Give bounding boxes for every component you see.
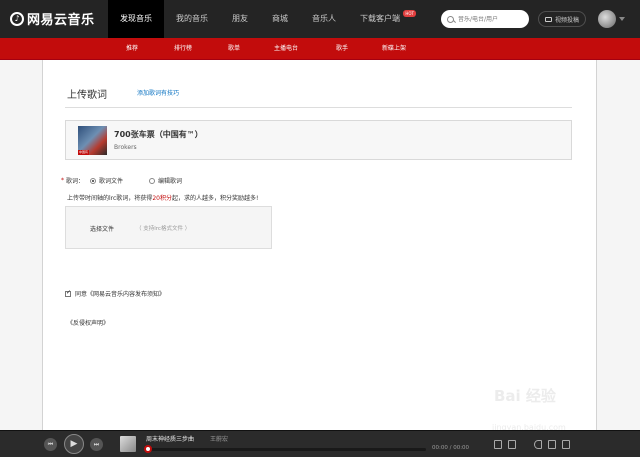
radio-edit-lyrics-label[interactable]: 编辑歌词	[158, 176, 182, 185]
hint-points: 20积分	[152, 195, 172, 202]
logo-icon: ♪	[10, 11, 24, 26]
now-playing-track[interactable]: 周末神经质三步曲	[146, 434, 194, 443]
lyrics-label: 歌词：	[66, 178, 85, 185]
video-upload-button[interactable]: 视频投稿	[538, 11, 586, 27]
agreement-row: 同意《网易云音乐内容发布须知》	[65, 289, 165, 298]
search-icon	[447, 15, 454, 23]
nav-friends[interactable]: 朋友	[220, 0, 260, 38]
subnav-recommend-label: 推荐	[126, 45, 139, 52]
playback-time: 00:00 / 00:00	[432, 445, 470, 451]
next-track-button[interactable]: ⏭	[90, 438, 103, 451]
loop-icon[interactable]	[548, 440, 556, 449]
song-card: 中国有 700张车票（中国有™） Brokers	[65, 120, 572, 160]
subnav-recommend[interactable]: 推荐	[119, 38, 145, 60]
nav-download-label: 下载客户端	[360, 14, 400, 23]
radio-lyrics-file[interactable]	[90, 177, 97, 184]
file-upload-box: 选择文件 （ 支持lrc格式文件 ）	[65, 206, 272, 249]
format-hint: （ 支持lrc格式文件 ）	[136, 226, 191, 232]
page-title: 上传歌词	[67, 90, 107, 101]
artist-name[interactable]: Brokers	[114, 144, 137, 151]
song-name: 700张车票（中国有™）	[114, 130, 203, 139]
search-box[interactable]	[441, 10, 529, 28]
search-input[interactable]	[458, 15, 524, 23]
hint-text-after: 起，求的人越多，积分奖励越多!	[171, 195, 259, 202]
lyrics-tips-link[interactable]: 添加歌词有技巧	[137, 88, 179, 97]
radio-lyrics-file-label[interactable]: 歌词文件	[99, 176, 123, 185]
cover-badge: 中国有	[78, 150, 90, 155]
subnav-playlists[interactable]: 歌单	[228, 38, 240, 60]
sub-navigation: 推荐 排行榜 歌单 主播电台 歌手 新碟上架	[0, 38, 640, 60]
video-upload-label: 视频投稿	[554, 16, 579, 24]
netease-music-logo[interactable]: ♪ 网易云音乐	[10, 9, 95, 28]
progress-bar[interactable]	[146, 448, 426, 451]
required-mark: *	[61, 177, 64, 184]
playlist-icon[interactable]	[562, 440, 570, 449]
chevron-down-icon[interactable]	[619, 17, 625, 21]
progress-knob[interactable]	[144, 445, 152, 453]
logo-text: 网易云音乐	[27, 13, 95, 28]
anti-infringement-link[interactable]: 《反侵权声明》	[67, 318, 109, 327]
radio-edit-lyrics[interactable]	[149, 177, 156, 184]
subnav-radio[interactable]: 主播电台	[274, 38, 298, 60]
subnav-new-albums-label: 新碟上架	[382, 45, 407, 52]
subnav-artists-label: 歌手	[336, 45, 349, 52]
title-divider	[65, 107, 572, 108]
next-icon: ⏭	[93, 440, 100, 448]
play-button[interactable]: ▶	[64, 434, 84, 454]
player-bar: ⏮ ▶ ⏭ 周末神经质三步曲 王蔚宏 00:00 / 00:00	[0, 430, 640, 457]
hint-text-before: 上传带时间轴的lrc歌词，将获得	[67, 195, 153, 202]
subnav-new-albums[interactable]: 新碟上架	[382, 38, 406, 60]
lyrics-type-row: * 歌词： 歌词文件 编辑歌词	[61, 176, 190, 185]
nav-discover[interactable]: 发现音乐	[108, 0, 164, 38]
picture-in-picture-icon[interactable]	[494, 440, 502, 449]
choose-file-button[interactable]: 选择文件	[90, 224, 114, 233]
subnav-artists[interactable]: 歌手	[336, 38, 348, 60]
user-avatar[interactable]	[598, 10, 616, 28]
play-icon: ▶	[70, 439, 78, 449]
previous-track-button[interactable]: ⏮	[44, 438, 57, 451]
baidu-watermark-logo: Bai 经验	[494, 387, 556, 405]
share-icon[interactable]	[508, 440, 516, 449]
subnav-playlists-label: 歌单	[228, 45, 241, 52]
nav-store[interactable]: 商城	[260, 0, 300, 38]
subnav-charts-label: 排行榜	[174, 45, 193, 52]
now-playing-artist[interactable]: 王蔚宏	[210, 434, 228, 443]
top-navigation-bar: ♪ 网易云音乐 发现音乐 我的音乐 朋友 商城 音乐人 下载客户端 HOT 视频…	[0, 0, 640, 38]
agree-checkbox[interactable]	[65, 289, 71, 297]
nav-musician[interactable]: 音乐人	[300, 0, 348, 38]
subnav-charts[interactable]: 排行榜	[174, 38, 192, 60]
nav-my-music[interactable]: 我的音乐	[164, 0, 220, 38]
volume-icon[interactable]	[534, 440, 542, 449]
hot-badge: HOT	[403, 10, 416, 17]
upload-lyrics-panel: 上传歌词 添加歌词有技巧 中国有 700张车票（中国有™） Brokers * …	[42, 60, 597, 430]
lyrics-hint: 上传带时间轴的lrc歌词，将获得20积分起，求的人越多，积分奖励越多!	[67, 193, 258, 202]
main-nav: 发现音乐 我的音乐 朋友 商城 音乐人 下载客户端 HOT	[108, 0, 416, 38]
previous-icon: ⏮	[47, 440, 54, 448]
album-cover[interactable]: 中国有	[78, 126, 107, 155]
agreement-label[interactable]: 同意《网易云音乐内容发布须知》	[75, 289, 165, 298]
now-playing-cover[interactable]	[120, 436, 136, 452]
subnav-radio-label: 主播电台	[274, 45, 299, 52]
video-icon	[544, 16, 552, 22]
nav-download-client[interactable]: 下载客户端 HOT	[348, 0, 416, 38]
